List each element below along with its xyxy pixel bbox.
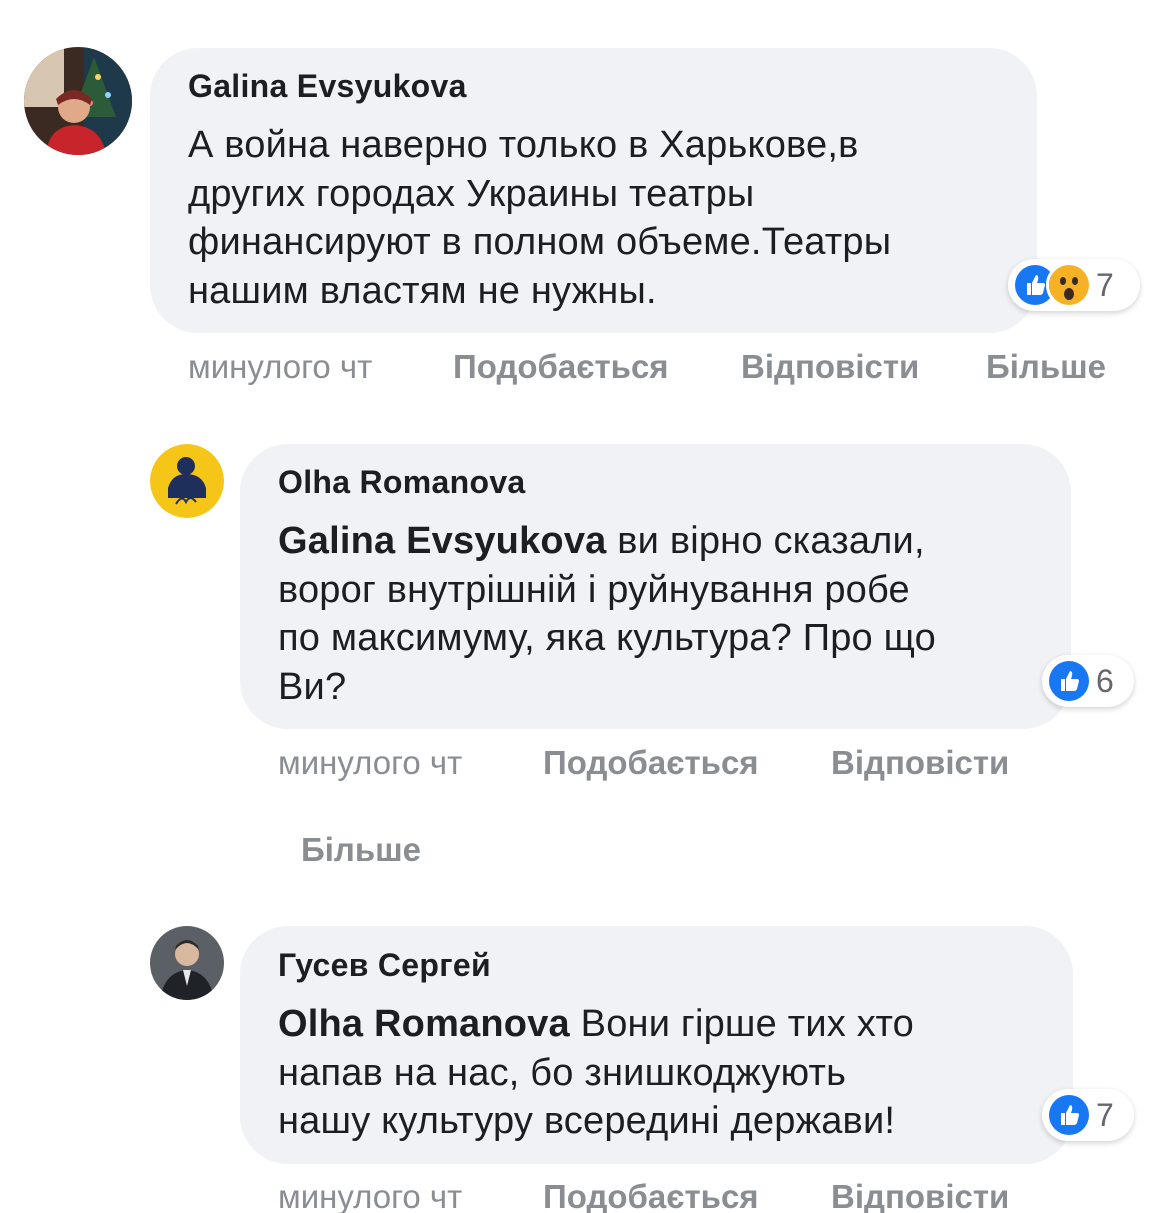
- reply-button[interactable]: Відповісти: [741, 348, 919, 386]
- avatar-galina[interactable]: [24, 47, 132, 155]
- comment-text: А война наверно только в Харькове,в друг…: [188, 124, 892, 312]
- reaction-summary[interactable]: 7: [1008, 259, 1140, 311]
- like-icon: [1046, 658, 1092, 704]
- reaction-count: 7: [1096, 1096, 1114, 1133]
- like-button[interactable]: Подобається: [543, 744, 759, 782]
- like-button[interactable]: Подобається: [543, 1178, 759, 1213]
- reaction-summary[interactable]: 6: [1042, 655, 1134, 707]
- reply-button[interactable]: Відповісти: [831, 1178, 1009, 1213]
- reaction-count: 6: [1096, 662, 1114, 699]
- comment-author[interactable]: Olha Romanova: [278, 464, 526, 501]
- more-button[interactable]: Більше: [986, 348, 1106, 386]
- comment-author[interactable]: Гусев Сергей: [278, 947, 491, 984]
- comments-thread: Galina Evsyukova А война наверно только …: [0, 0, 1170, 1213]
- comment-text: Galina Evsyukova ви вірно сказали, ворог…: [278, 517, 1058, 711]
- avatar-gusev[interactable]: [150, 926, 224, 1000]
- mention-link[interactable]: Olha Romanova: [278, 1003, 570, 1045]
- reaction-count: 7: [1096, 266, 1114, 303]
- comment-timestamp[interactable]: минулого чт: [188, 348, 372, 386]
- avatar-olha[interactable]: [150, 444, 224, 518]
- comment-text: Olha Romanova Вони гірше тих хто напав н…: [278, 1000, 1058, 1146]
- comment-author[interactable]: Galina Evsyukova: [188, 68, 467, 105]
- wow-icon: [1046, 262, 1092, 308]
- more-button[interactable]: Більше: [301, 831, 421, 869]
- mention-link[interactable]: Galina Evsyukova: [278, 520, 606, 562]
- reply-button[interactable]: Відповісти: [831, 744, 1009, 782]
- like-button[interactable]: Подобається: [453, 348, 669, 386]
- comment-timestamp[interactable]: минулого чт: [278, 744, 462, 782]
- like-icon: [1046, 1092, 1092, 1138]
- comment-timestamp[interactable]: минулого чт: [278, 1178, 462, 1213]
- reaction-summary[interactable]: 7: [1042, 1089, 1134, 1141]
